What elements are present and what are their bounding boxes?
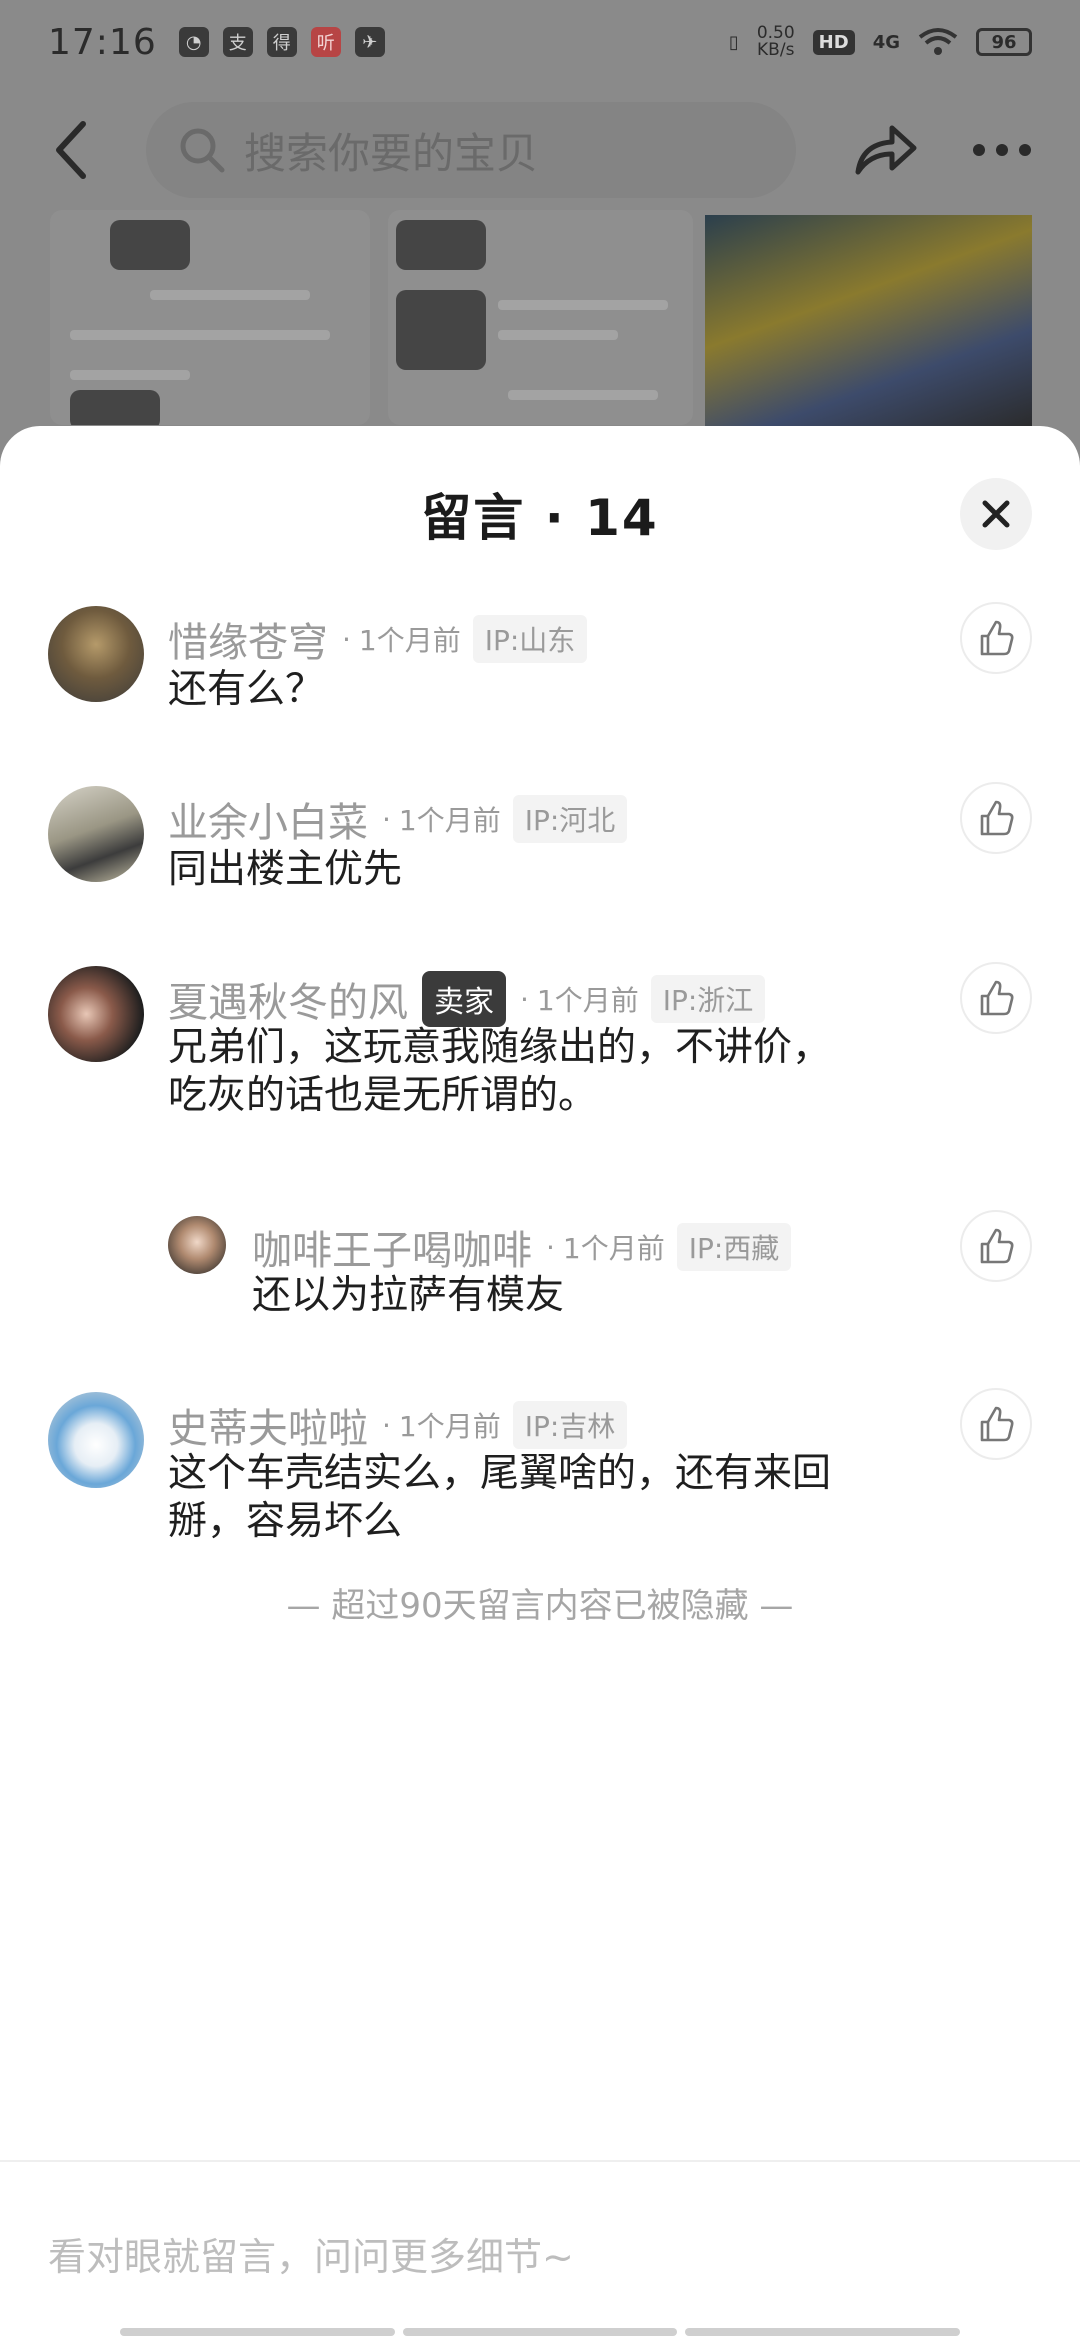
like-button[interactable]: [960, 1210, 1032, 1282]
more-icon: [973, 144, 1031, 156]
listen-app-icon: 听: [310, 27, 341, 57]
comments-sheet: 留言 · 14 惜缘苍穹 · 1个月前 IP:山东 还有么？ 业余小白菜 · 1…: [0, 426, 1080, 2340]
comment-text-line: 吃灰的话也是无所谓的。: [168, 1073, 598, 1118]
separator-dot: ·: [520, 982, 529, 1016]
comment-text: 还有么？: [168, 667, 325, 712]
product-image: [50, 210, 370, 425]
status-time: 17:16: [48, 21, 157, 63]
ip-location: IP:山东: [472, 615, 588, 663]
thumbs-up-icon: [980, 800, 1014, 836]
wifi-icon: [918, 28, 958, 55]
ip-location: IP:河北: [512, 795, 628, 843]
like-button[interactable]: [960, 962, 1032, 1034]
app-notification-icon: ◔: [178, 27, 209, 57]
comment-text-line: 掰，容易坏么: [168, 1499, 403, 1544]
avatar[interactable]: [48, 1392, 144, 1488]
comment-time: 1个月前: [398, 1410, 501, 1443]
top-bar: 搜索你要的宝贝: [0, 100, 1080, 200]
comment-input[interactable]: 看对眼就留言，问问更多细节~: [48, 2226, 574, 2281]
ip-location: IP:西藏: [676, 1223, 792, 1271]
commenter-name[interactable]: 夏遇秋冬的风: [168, 970, 408, 1028]
comment-meta: 业余小白菜 · 1个月前 IP:河北: [168, 790, 628, 848]
comment-time: 1个月前: [398, 804, 501, 837]
back-button[interactable]: [36, 115, 106, 185]
separator-dot: ·: [546, 1230, 555, 1264]
net-speed: 0.50 KB/s: [757, 25, 795, 59]
product-photo: [705, 215, 1032, 430]
like-button[interactable]: [960, 602, 1032, 674]
comment-text: 还以为拉萨有模友: [252, 1273, 565, 1318]
back-arrow-icon: [56, 121, 86, 179]
search-icon: [180, 128, 225, 173]
like-button[interactable]: [960, 782, 1032, 854]
net-speed-unit: KB/s: [757, 40, 795, 60]
alipay-icon: 支: [222, 27, 253, 57]
close-icon: [982, 500, 1010, 528]
comment-time: 1个月前: [536, 984, 639, 1017]
comment-text-line: 这个车壳结实么，尾翼啥的，还有来回: [168, 1451, 832, 1496]
screen: 17:16 ◔ 支 得 听 ✈ ▯ 0.50 KB/s HD 4G 96 搜索你…: [0, 0, 1080, 2340]
search-placeholder: 搜索你要的宝贝: [244, 128, 539, 178]
separator-dot: ·: [382, 1408, 391, 1442]
avatar[interactable]: [48, 606, 144, 702]
hd-icon: HD: [812, 29, 855, 55]
bird-icon: ✈: [354, 27, 385, 57]
comment-meta: 夏遇秋冬的风 卖家 · 1个月前 IP:浙江: [168, 970, 766, 1028]
avatar[interactable]: [168, 1216, 226, 1274]
avatar[interactable]: [48, 786, 144, 882]
commenter-name[interactable]: 史蒂夫啦啦: [168, 1396, 368, 1454]
vibrate-icon: ▯: [728, 31, 739, 53]
search-input[interactable]: 搜索你要的宝贝: [146, 102, 796, 198]
sheet-header: 留言 · 14: [0, 426, 1080, 596]
ip-location: IP:浙江: [650, 975, 766, 1023]
hidden-comments-note: — 超过90天留言内容已被隐藏 —: [286, 1586, 794, 1626]
gesture-bar: [120, 2328, 961, 2336]
seller-badge: 卖家: [422, 971, 506, 1027]
comment-time: 1个月前: [358, 624, 461, 657]
sheet-title: 留言 · 14: [421, 489, 659, 547]
avatar[interactable]: [48, 966, 144, 1062]
commenter-name[interactable]: 咖啡王子喝咖啡: [252, 1218, 532, 1276]
comment-text-line: 兄弟们，这玩意我随缘出的，不讲价，: [168, 1025, 832, 1070]
comment-text: 同出楼主优先: [168, 847, 403, 892]
separator-dot: ·: [342, 622, 351, 656]
thumbs-up-icon: [980, 1228, 1014, 1264]
battery-icon: 96: [976, 28, 1032, 56]
thumbs-up-icon: [980, 620, 1014, 656]
more-button[interactable]: [962, 110, 1042, 190]
thumbs-up-icon: [980, 980, 1014, 1016]
separator-dot: ·: [382, 802, 391, 836]
thumbs-up-icon: [980, 1406, 1014, 1442]
commenter-name[interactable]: 惜缘苍穹: [168, 610, 328, 668]
commenter-name[interactable]: 业余小白菜: [168, 790, 368, 848]
share-icon: [855, 125, 917, 175]
network-signal: 4G: [872, 31, 900, 53]
status-bar: 17:16 ◔ 支 得 听 ✈ ▯ 0.50 KB/s HD 4G 96: [0, 0, 1080, 84]
like-button[interactable]: [960, 1388, 1032, 1460]
ip-location: IP:吉林: [512, 1401, 628, 1449]
comment-time: 1个月前: [562, 1232, 665, 1265]
comment-meta: 咖啡王子喝咖啡 · 1个月前 IP:西藏: [252, 1218, 792, 1276]
comment-input-bar[interactable]: 看对眼就留言，问问更多细节~: [0, 2160, 1080, 2340]
share-button[interactable]: [846, 110, 926, 190]
product-image: [388, 210, 693, 425]
comment-meta: 惜缘苍穹 · 1个月前 IP:山东: [168, 610, 588, 668]
comment-meta: 史蒂夫啦啦 · 1个月前 IP:吉林: [168, 1396, 628, 1454]
close-button[interactable]: [960, 478, 1032, 550]
dewu-icon: 得: [266, 27, 297, 57]
